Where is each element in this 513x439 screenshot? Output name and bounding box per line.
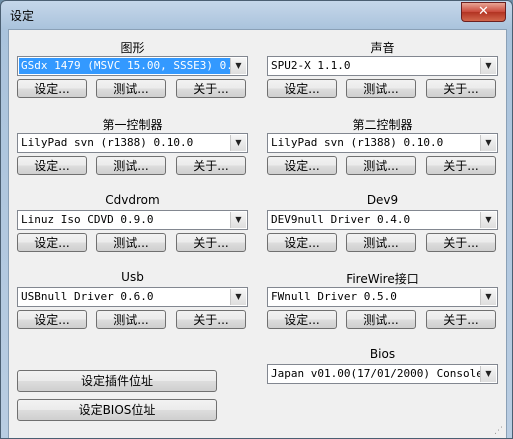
pad1-about-button[interactable]: 关于... [176,156,246,175]
dev9-plugin-select[interactable]: DEV9null Driver 0.4.0 ▼ [267,210,498,230]
chevron-down-icon[interactable]: ▼ [230,212,246,228]
usb-configure-button[interactable]: 设定... [17,310,87,329]
usb-plugin-value: USBnull Driver 0.6.0 [21,290,154,303]
title-bar[interactable]: 设定 ✕ [1,1,512,29]
chevron-down-icon[interactable]: ▼ [480,289,496,305]
bios-label: Bios [369,347,396,361]
chevron-down-icon[interactable]: ▼ [480,212,496,228]
spu2-plugin-label: 声音 [370,41,395,55]
spu2-plugin-value: SPU2-X 1.1.0 [271,59,351,72]
bios-select[interactable]: Japan v01.00(17/01/2000) Console ▼ [267,364,498,384]
resize-grip-icon[interactable]: ⋰ [494,426,504,436]
cdvd-plugin-value: Linuz Iso CDVD 0.9.0 [21,213,154,226]
gs-about-button[interactable]: 关于... [176,79,246,98]
pad1-plugin-label: 第一控制器 [102,118,163,132]
firewire-plugin-value: FWnull Driver 0.5.0 [271,290,397,303]
usb-plugin-select[interactable]: USBnull Driver 0.6.0 ▼ [17,287,248,307]
spu2-plugin-select[interactable]: SPU2-X 1.1.0 ▼ [267,56,498,76]
pad2-plugin-label: 第二控制器 [352,118,413,132]
dev9-configure-button[interactable]: 设定... [267,233,337,252]
dev9-plugin-label: Dev9 [366,193,399,207]
chevron-down-icon[interactable]: ▼ [480,135,496,151]
set-plugin-dir-button[interactable]: 设定插件位址 [17,370,217,392]
pad2-plugin-select[interactable]: LilyPad svn (r1388) 0.10.0 ▼ [267,133,498,153]
cdvd-test-button[interactable]: 测试... [96,233,166,252]
chevron-down-icon[interactable]: ▼ [480,58,496,74]
spu2-test-button[interactable]: 测试... [346,79,416,98]
gs-plugin-value: GSdx 1479 (MSVC 15.00, SSSE3) 0.1.15 [19,58,230,74]
chevron-down-icon[interactable]: ▼ [230,289,246,305]
chevron-down-icon[interactable]: ▼ [480,366,496,382]
set-bios-dir-button[interactable]: 设定BIOS位址 [17,399,217,421]
dev9-about-button[interactable]: 关于... [426,233,496,252]
settings-window: 设定 ✕ 图形 GSdx 1479 (MSVC 15.00, SSSE3) 0.… [0,0,513,439]
cdvd-plugin-select[interactable]: Linuz Iso CDVD 0.9.0 ▼ [17,210,248,230]
window-title: 设定 [10,9,35,23]
pad1-plugin-select[interactable]: LilyPad svn (r1388) 0.10.0 ▼ [17,133,248,153]
chevron-down-icon[interactable]: ▼ [230,135,246,151]
firewire-plugin-select[interactable]: FWnull Driver 0.5.0 ▼ [267,287,498,307]
cdvd-configure-button[interactable]: 设定... [17,233,87,252]
pad1-configure-button[interactable]: 设定... [17,156,87,175]
pad1-plugin-value: LilyPad svn (r1388) 0.10.0 [21,136,194,149]
usb-plugin-label: Usb [121,270,144,284]
pad1-test-button[interactable]: 测试... [96,156,166,175]
gs-plugin-label: 图形 [120,41,145,55]
firewire-plugin-label: FireWire接口 [346,272,419,286]
close-button[interactable]: ✕ [461,2,506,22]
gs-test-button[interactable]: 测试... [96,79,166,98]
dialog-client-area: 图形 GSdx 1479 (MSVC 15.00, SSSE3) 0.1.15 … [8,29,507,438]
firewire-configure-button[interactable]: 设定... [267,310,337,329]
gs-configure-button[interactable]: 设定... [17,79,87,98]
usb-test-button[interactable]: 测试... [96,310,166,329]
pad2-about-button[interactable]: 关于... [426,156,496,175]
usb-about-button[interactable]: 关于... [176,310,246,329]
pad2-test-button[interactable]: 测试... [346,156,416,175]
cdvd-plugin-label: Cdvdrom [105,193,160,207]
spu2-configure-button[interactable]: 设定... [267,79,337,98]
firewire-about-button[interactable]: 关于... [426,310,496,329]
pad2-plugin-value: LilyPad svn (r1388) 0.10.0 [271,136,444,149]
gs-plugin-select[interactable]: GSdx 1479 (MSVC 15.00, SSSE3) 0.1.15 ▼ [17,56,248,76]
pad2-configure-button[interactable]: 设定... [267,156,337,175]
dev9-test-button[interactable]: 测试... [346,233,416,252]
bios-value: Japan v01.00(17/01/2000) Console [271,367,480,380]
spu2-about-button[interactable]: 关于... [426,79,496,98]
cdvd-about-button[interactable]: 关于... [176,233,246,252]
firewire-test-button[interactable]: 测试... [346,310,416,329]
dev9-plugin-value: DEV9null Driver 0.4.0 [271,213,411,226]
chevron-down-icon[interactable]: ▼ [230,58,246,74]
